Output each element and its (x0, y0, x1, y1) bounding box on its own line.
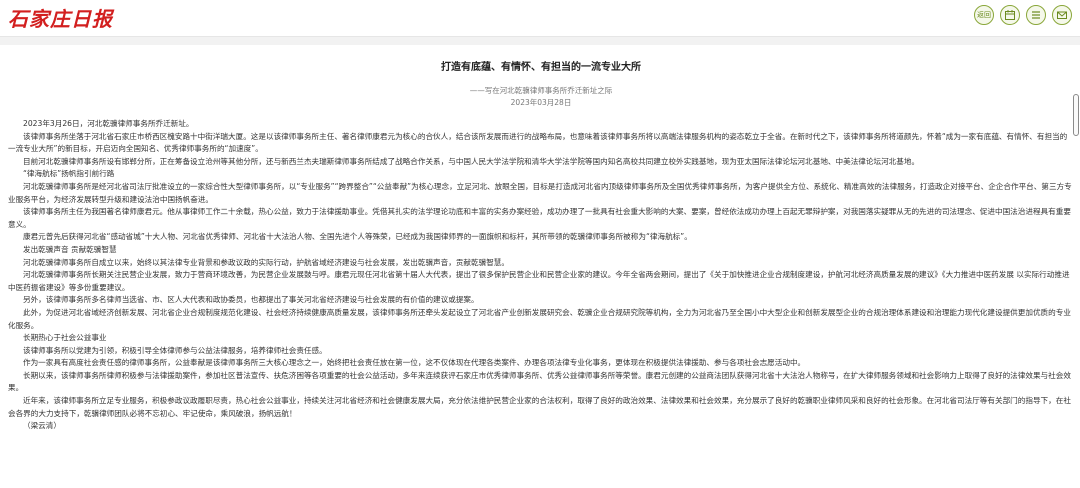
section-heading: 长期热心于社会公益事业 (23, 333, 107, 343)
scrollbar[interactable] (1073, 94, 1079, 136)
paragraph: 该律师事务所以党建为引领，积极引导全体律师参与公益法律服务，培养律师社会责任感。 (23, 345, 327, 355)
paragraph: 另外，该律师事务所多名律师当选省、市、区人大代表和政协委员，也都提出了事关河北省… (23, 295, 479, 305)
mail-button[interactable] (1052, 5, 1072, 25)
paragraph: 康君元曾先后获得河北省“感动省城”十大人物、河北省优秀律师、河北省十大法治人物、… (23, 232, 692, 242)
paragraph: 作为一家具有高度社会责任感的律师事务所，公益奉献是该律师事务所三大核心理念之一，… (23, 358, 806, 368)
author-note: （梁云清） (23, 421, 61, 431)
paragraph: 此外，为促进河北省域经济创新发展、河北省企业合规制度规范化建设、社会经济持续健康… (8, 307, 1071, 330)
article-date: 2023年03月28日 (510, 98, 572, 107)
menu-icon (1032, 11, 1040, 19)
section-heading: “律海航标”扬帆指引前行路 (23, 169, 115, 179)
paragraph: 该律师事务所坐落于河北省石家庄市桥西区槐安路十中街洋瑞大厦。这是以该律师事务所主… (8, 131, 1068, 154)
mail-icon (1057, 11, 1067, 19)
paragraph: 近年来，该律师事务所立足专业服务，积极参政议政履职尽责，热心社会公益事业，持续关… (8, 396, 1071, 418)
calendar-icon (1005, 10, 1015, 20)
divider (0, 37, 1080, 45)
back-button-label: 返回 (977, 11, 991, 19)
menu-button[interactable] (1026, 5, 1046, 25)
article: 打造有底蕴、有情怀、有担当的一流专业大所 ——写在河北乾骥律师事务所乔迁新址之际… (8, 46, 1074, 433)
newspaper-logo[interactable]: 石家庄日报 (8, 3, 113, 32)
paragraph: 2023年3月26日，河北乾骥律师事务所乔迁新址。 (23, 119, 194, 128)
paragraph: 河北乾骥律师事务所长期关注民营企业发展，致力于营商环境改善，为民营企业发展鼓与呼… (8, 270, 1070, 292)
top-bar: 石家庄日报 返回 (0, 0, 1080, 37)
article-body: 2023年3月26日，河北乾骥律师事务所乔迁新址。 该律师事务所坐落于河北省石家… (8, 118, 1074, 433)
paragraph: 长期以来，该律师事务所律师积极参与法律援助案件，参加社区普法宣传、扶危济困等各项… (8, 370, 1071, 393)
paragraph: 河北乾骥律师事务所自成立以来，始终以其法律专业背景和参政议政的实际行动，护航省域… (23, 257, 509, 267)
paragraph: 河北乾骥律师事务所是经河北省司法厅批准设立的一家综合性大型律师事务所，以“专业服… (8, 181, 1072, 204)
paragraph: 该律师事务所主任为我国著名律师康君元。他从事律师工作二十余载，热心公益，致力于法… (8, 207, 1071, 229)
calendar-button[interactable] (1000, 5, 1020, 25)
section-heading: 发出乾骥声音 贡献乾骥智慧 (23, 244, 117, 254)
toolbar: 返回 (974, 5, 1072, 25)
article-title: 打造有底蕴、有情怀、有担当的一流专业大所 (441, 62, 641, 73)
back-button[interactable]: 返回 (974, 5, 994, 25)
paragraph: 目前河北乾骥律师事务所设有邯郸分所，正在筹备设立沧州等其他分所，还与新西兰杰夫瑞… (23, 156, 920, 166)
article-subtitle: ——写在河北乾骥律师事务所乔迁新址之际 (469, 86, 613, 95)
